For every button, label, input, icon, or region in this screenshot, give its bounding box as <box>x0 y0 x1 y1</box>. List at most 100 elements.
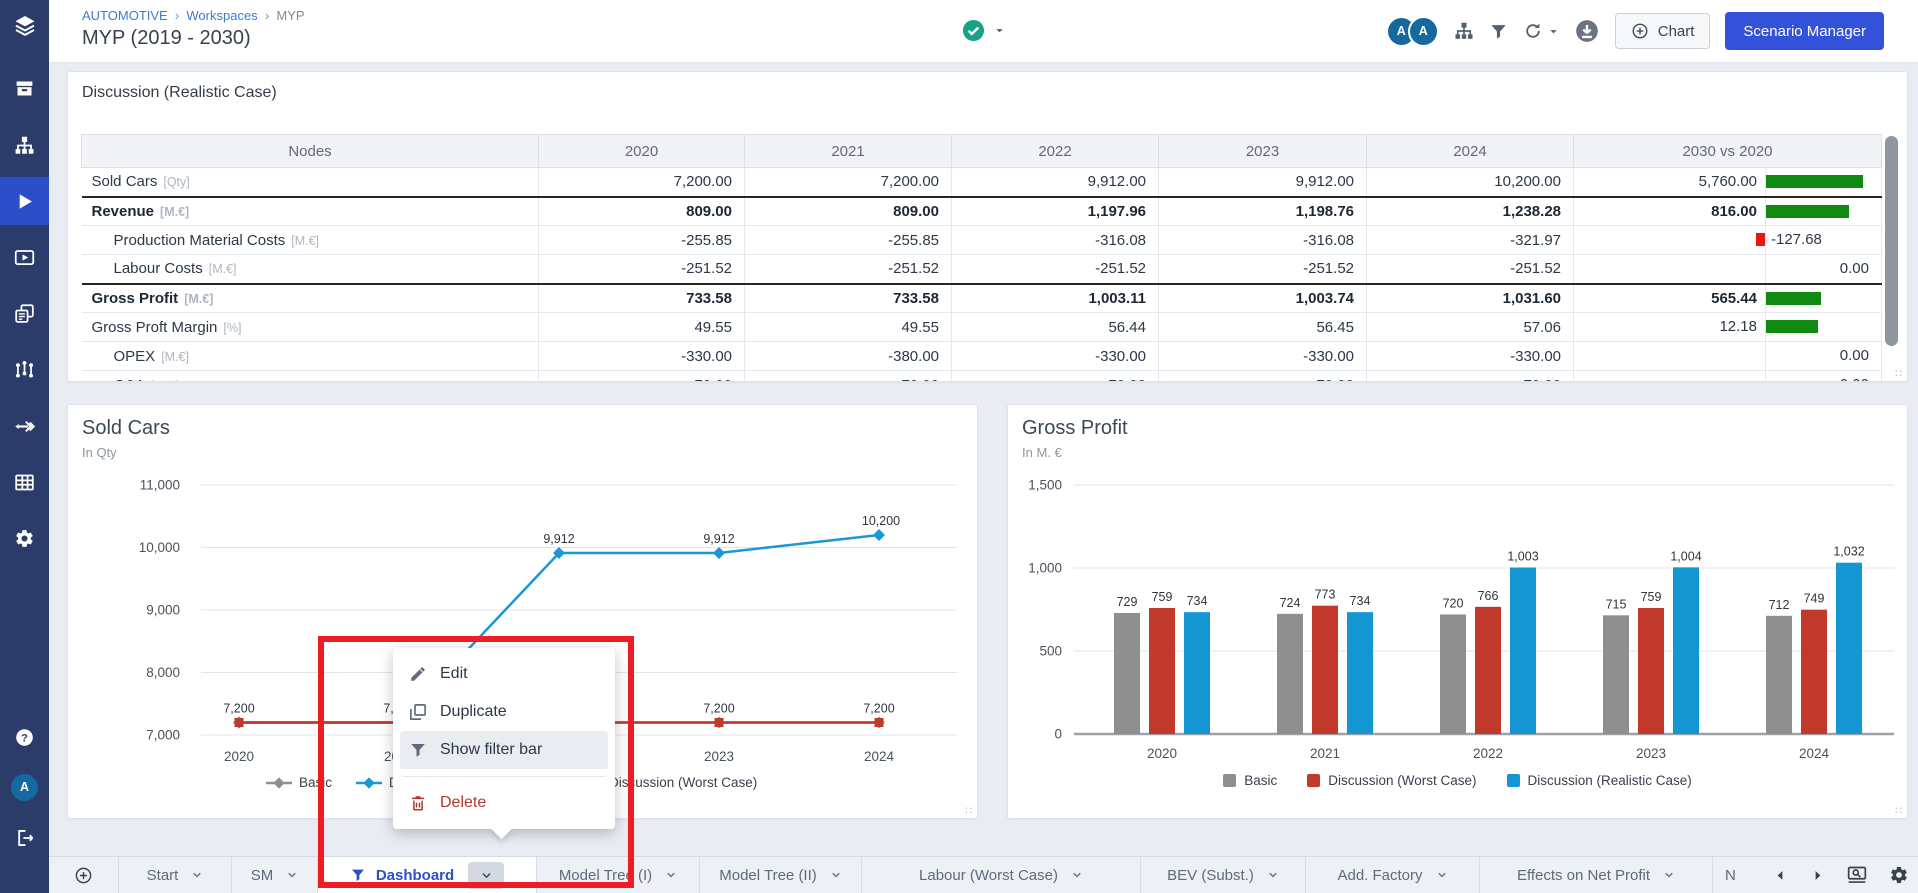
table-row: OPEX[M.€]-330.00-380.00-330.00-330.00-33… <box>82 342 1882 371</box>
data-label: 7,200 <box>863 702 894 716</box>
menu-item-delete[interactable]: Delete <box>393 784 615 822</box>
tabs-scroll-right-button[interactable] <box>1810 868 1825 883</box>
svg-text:1,000: 1,000 <box>1028 561 1062 576</box>
cell-value: 9,912.00 <box>952 168 1159 197</box>
sidebar-item-node-graph[interactable] <box>0 345 49 393</box>
sidebar-item-double-arrow[interactable] <box>0 402 49 450</box>
tabs-scroll-left-button[interactable] <box>1773 868 1788 883</box>
filter-icon[interactable] <box>1489 22 1508 41</box>
scenario-manager-button[interactable]: Scenario Manager <box>1725 12 1884 50</box>
tab-start[interactable]: Start <box>119 857 232 893</box>
tab-model-tree-ii-[interactable]: Model Tree (II) <box>700 857 862 893</box>
download-icon[interactable] <box>1574 18 1600 44</box>
data-point[interactable] <box>875 718 884 727</box>
bar[interactable] <box>1184 612 1210 734</box>
panel-resize-handle[interactable]: ∷ <box>965 804 972 817</box>
bar[interactable] <box>1475 607 1501 734</box>
tab-truncated[interactable]: N <box>1725 867 1751 884</box>
tab-settings-gear-icon[interactable] <box>1889 865 1909 885</box>
sidebar-item-logout[interactable] <box>0 814 49 862</box>
breadcrumb-workspaces[interactable]: Workspaces <box>186 8 257 23</box>
menu-item-show-filter-bar[interactable]: Show filter bar <box>400 731 608 769</box>
tab-effects-on-net-profit[interactable]: Effects on Net Profit <box>1480 857 1713 893</box>
delta-cell: 12.18 <box>1574 313 1882 342</box>
bar[interactable] <box>1149 608 1175 734</box>
sidebar-item-copy[interactable] <box>0 289 49 337</box>
legend-item[interactable]: Discussion (Worst Case) <box>1307 773 1476 788</box>
sidebar: ?A <box>0 0 49 893</box>
sidebar-avatar[interactable]: A <box>0 763 49 811</box>
row-unit: [Qty] <box>163 175 189 189</box>
sidebar-item-presentation-play[interactable] <box>0 233 49 281</box>
tab-model-tree-i-[interactable]: Model Tree (I) <box>537 857 700 893</box>
refresh-control[interactable] <box>1523 21 1559 41</box>
bar[interactable] <box>1638 608 1664 734</box>
legend-swatch-icon <box>1307 774 1320 787</box>
breadcrumb-workspace[interactable]: AUTOMOTIVE <box>82 8 168 23</box>
refresh-caret-icon[interactable] <box>1548 26 1559 37</box>
table-row: Gross Proft Margin[%]49.5549.5556.4456.4… <box>82 313 1882 342</box>
bar[interactable] <box>1277 614 1303 734</box>
tab-menu-chevron-button[interactable] <box>468 862 504 889</box>
trash-icon <box>409 794 427 812</box>
table-row: Gross Profit[M.€]733.58733.581,003.111,0… <box>82 284 1882 313</box>
data-point[interactable] <box>713 547 725 559</box>
refresh-icon[interactable] <box>1523 21 1543 41</box>
table-scrollbar[interactable] <box>1885 136 1898 346</box>
bar[interactable] <box>1440 614 1466 734</box>
chevron-right-icon <box>1810 868 1825 883</box>
data-point[interactable] <box>235 718 244 727</box>
cell-value: -251.52 <box>539 255 745 284</box>
delta-value: 5,760.00 <box>1699 168 1757 195</box>
panel-resize-handle[interactable]: ∷ <box>1895 367 1902 380</box>
legend-item[interactable]: Discussion (Realistic Case) <box>1507 773 1692 788</box>
sidebar-item-help[interactable]: ? <box>0 713 49 761</box>
legend-item[interactable]: Basic <box>1223 773 1277 788</box>
app-logo-icon[interactable] <box>0 14 49 38</box>
bar[interactable] <box>1312 606 1338 734</box>
add-chart-button[interactable]: Chart <box>1615 13 1711 49</box>
data-point[interactable] <box>715 718 724 727</box>
legend-item[interactable]: Basic <box>266 775 332 790</box>
menu-item-duplicate[interactable]: Duplicate <box>393 693 615 731</box>
presentation-search-icon[interactable] <box>1847 865 1867 885</box>
tab-labour-worst-case-[interactable]: Labour (Worst Case) <box>862 857 1141 893</box>
data-label: 720 <box>1443 596 1464 610</box>
cell-value: 49.55 <box>539 313 745 342</box>
sidebar-item-table-grid[interactable] <box>0 458 49 506</box>
column-header: 2023 <box>1159 135 1367 168</box>
sidebar-item-gear[interactable] <box>0 514 49 562</box>
bar[interactable] <box>1347 612 1373 734</box>
cell-value: -70.00 <box>1367 371 1574 383</box>
bar[interactable] <box>1510 568 1536 734</box>
bar[interactable] <box>1836 563 1862 734</box>
avatar[interactable]: A <box>1408 16 1439 47</box>
cell-value: 1,031.60 <box>1367 284 1574 313</box>
bar[interactable] <box>1603 615 1629 734</box>
delta-bar-positive <box>1766 175 1863 188</box>
tab-sm[interactable]: SM <box>232 857 318 893</box>
panel-resize-handle[interactable]: ∷ <box>1895 804 1902 817</box>
scenario-status-check-icon[interactable] <box>962 19 985 42</box>
tab-add-factory[interactable]: Add. Factory <box>1306 857 1480 893</box>
bar[interactable] <box>1801 610 1827 734</box>
cell-value: 1,198.76 <box>1159 197 1367 226</box>
sidebar-item-archive[interactable] <box>0 64 49 112</box>
sidebar-item-sitemap[interactable] <box>0 121 49 169</box>
add-tab-button[interactable] <box>49 857 119 893</box>
scenario-status-caret-icon[interactable] <box>994 25 1005 36</box>
sidebar-item-play[interactable] <box>0 177 49 225</box>
delta-bar-positive <box>1766 320 1818 333</box>
cell-value: -251.52 <box>1367 255 1574 284</box>
data-point[interactable] <box>873 529 885 541</box>
legend-label: Discussion (Worst Case) <box>609 775 757 790</box>
data-table: Nodes202020212022202320242030 vs 2020Sol… <box>81 134 1881 382</box>
tab-dashboard[interactable]: Dashboard <box>318 857 537 893</box>
menu-item-edit[interactable]: Edit <box>393 655 615 693</box>
bar[interactable] <box>1766 616 1792 734</box>
gear-icon <box>14 528 35 549</box>
bar[interactable] <box>1673 567 1699 734</box>
tab-bev-subst-[interactable]: BEV (Subst.) <box>1141 857 1306 893</box>
sitemap-icon[interactable] <box>1454 21 1474 41</box>
bar[interactable] <box>1114 613 1140 734</box>
